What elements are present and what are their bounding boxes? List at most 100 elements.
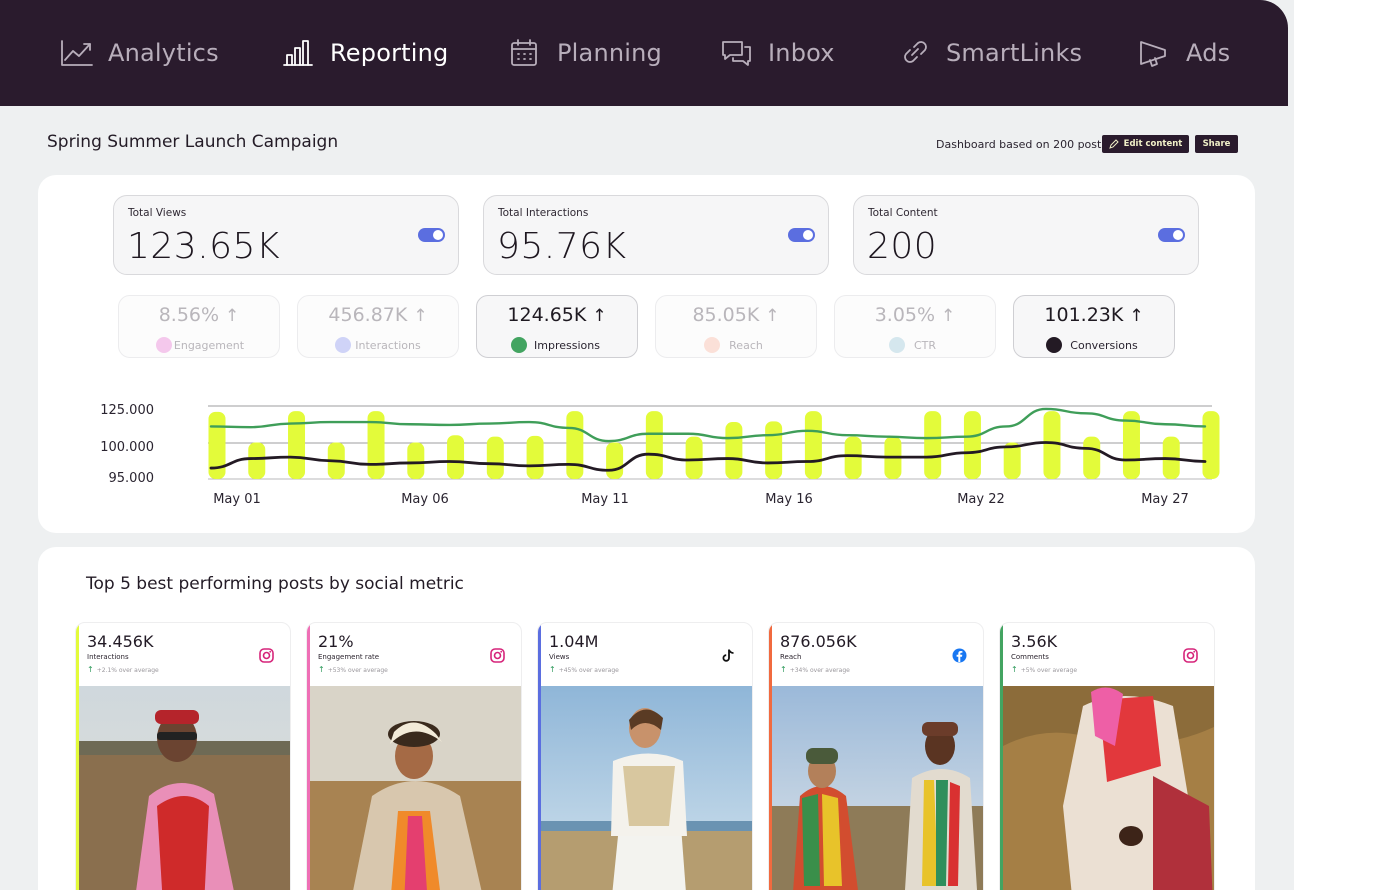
arrow-up-icon: ↑ [780,665,787,674]
nav-item-label: Inbox [768,39,835,67]
post-image [310,686,521,890]
chart-bar [526,435,544,479]
kpi-toggle[interactable] [1158,228,1185,242]
metric-conversions[interactable]: 101.23K ↑ Conversions [1013,295,1175,358]
post-avg-text: +34% over average [789,667,850,674]
chart-bar [407,442,425,479]
metric-label: Engagement [173,339,245,352]
post-metric: Interactions [87,653,129,661]
kpi-value: 123.65K [127,226,281,267]
kpi-label: Total Views [128,207,187,219]
x-tick-label: May 16 [765,492,813,507]
arrow-up-icon: ↑ [413,306,428,326]
metric-value: 124.65K [507,304,587,326]
kpi-value: 95.76K [497,226,627,267]
metric-label: Impressions [534,339,600,352]
nav-item-analytics[interactable]: Analytics [60,0,219,106]
chart-bar [1043,411,1061,479]
metric-value: 456.87K [328,304,408,326]
post-value: 3.56K [1011,632,1058,651]
chart-bar [1202,411,1220,479]
calendar-icon [511,39,537,66]
nav-item-reporting[interactable]: Reporting [282,0,448,106]
chart-bar [645,411,663,479]
post-metric: Views [549,653,570,661]
post-value: 1.04M [549,632,599,651]
tiktok-icon[interactable] [720,647,736,663]
post-image [1003,686,1214,890]
post-card-2[interactable]: 21% Engagement rate ↑ +53% over average [306,622,522,890]
post-card-5[interactable]: 3.56K Comments ↑ +5% over average [999,622,1215,890]
chart-bar [1083,436,1101,479]
share-button[interactable]: Share [1195,135,1238,153]
arrow-up-icon: ↑ [941,306,956,326]
x-tick-label: May 06 [401,492,449,507]
post-image [541,686,752,890]
kpi-total-interactions: Total Interactions 95.76K [483,195,829,275]
link-icon [904,41,927,63]
nav-item-label: Analytics [108,39,219,67]
kpi-label: Total Content [868,207,938,219]
chart-bar [765,421,783,479]
post-value: 21% [318,632,354,651]
kpi-toggle[interactable] [418,228,445,242]
metric-label: CTR [913,339,937,352]
x-tick-label: May 22 [957,492,1005,507]
metric-reach[interactable]: 85.05K ↑ Reach [655,295,817,358]
metric-label: Reach [729,339,763,352]
post-value: 34.456K [87,632,154,651]
arrow-up-icon: ↑ [765,306,780,326]
page-title: Spring Summer Launch Campaign [47,132,339,152]
megaphone-icon [1140,41,1166,67]
dashboard-app: Analytics Reporting Planning Inbox Smart… [0,0,1294,890]
metric-value: 101.23K [1044,304,1124,326]
arrow-up-icon: ↑ [87,665,94,674]
post-card-3[interactable]: 1.04M Views ↑ +45% over average [537,622,753,890]
chart-bar [566,411,584,479]
metric-label: Interactions [355,339,421,352]
kpi-toggle[interactable] [788,228,815,242]
nav-item-planning[interactable]: Planning [509,0,662,106]
instagram-icon[interactable] [258,647,274,663]
kpi-value: 200 [867,226,938,267]
y-tick-label: 125.000 [100,403,154,418]
arrow-up-icon: ↑ [318,665,325,674]
y-tick-label: 100.000 [100,440,154,455]
post-avg-text: +2.1% over average [96,667,159,674]
arrow-up-icon: ↑ [592,306,607,326]
chart-bar [725,422,743,479]
post-card-1[interactable]: 34.456K Interactions ↑ +2.1% over average [75,622,291,890]
metric-ctr[interactable]: 3.05% ↑ CTR [834,295,996,358]
metric-value: 85.05K [692,304,760,326]
nav-item-label: SmartLinks [946,39,1083,67]
top-navigation: Analytics Reporting Planning Inbox Smart… [0,0,1288,106]
facebook-icon[interactable] [951,647,967,663]
post-metric: Reach [780,653,802,661]
chart-bar [963,411,981,479]
kpi-label: Total Interactions [498,207,589,219]
chart-bar [486,436,504,479]
metric-interactions[interactable]: 456.87K ↑ Interactions [297,295,459,358]
metric-engagement[interactable]: 8.56% ↑ Engagement [118,295,280,358]
x-tick-label: May 27 [1141,492,1189,507]
chart-bar [804,411,822,479]
chart-bar [685,436,703,479]
y-tick-label: 95.000 [109,471,155,486]
edit-content-button[interactable]: Edit content [1102,135,1189,153]
instagram-icon[interactable] [489,647,505,663]
nav-item-smartlinks[interactable]: SmartLinks [898,0,1082,106]
post-image [79,686,290,890]
metric-impressions[interactable]: 124.65K ↑ Impressions [476,295,638,358]
nav-item-ads[interactable]: Ads [1138,0,1230,106]
metric-value: 8.56% [158,304,220,326]
dashboard-info: Dashboard based on 200 posts [936,138,1108,151]
kpi-total-views: Total Views 123.65K [113,195,459,275]
post-avg-text: +5% over average [1020,667,1078,674]
x-tick-label: May 01 [213,492,261,507]
instagram-icon[interactable] [1182,647,1198,663]
line-chart-icon [61,40,93,66]
performance-chart: 125.000 100.000 95.000 May 01 May 06 May 11 Ma… [100,403,1220,507]
post-card-4[interactable]: 876.056K Reach ↑ +34% over average [768,622,984,890]
arrow-up-icon: ↑ [549,665,556,674]
nav-item-inbox[interactable]: Inbox [720,0,835,106]
